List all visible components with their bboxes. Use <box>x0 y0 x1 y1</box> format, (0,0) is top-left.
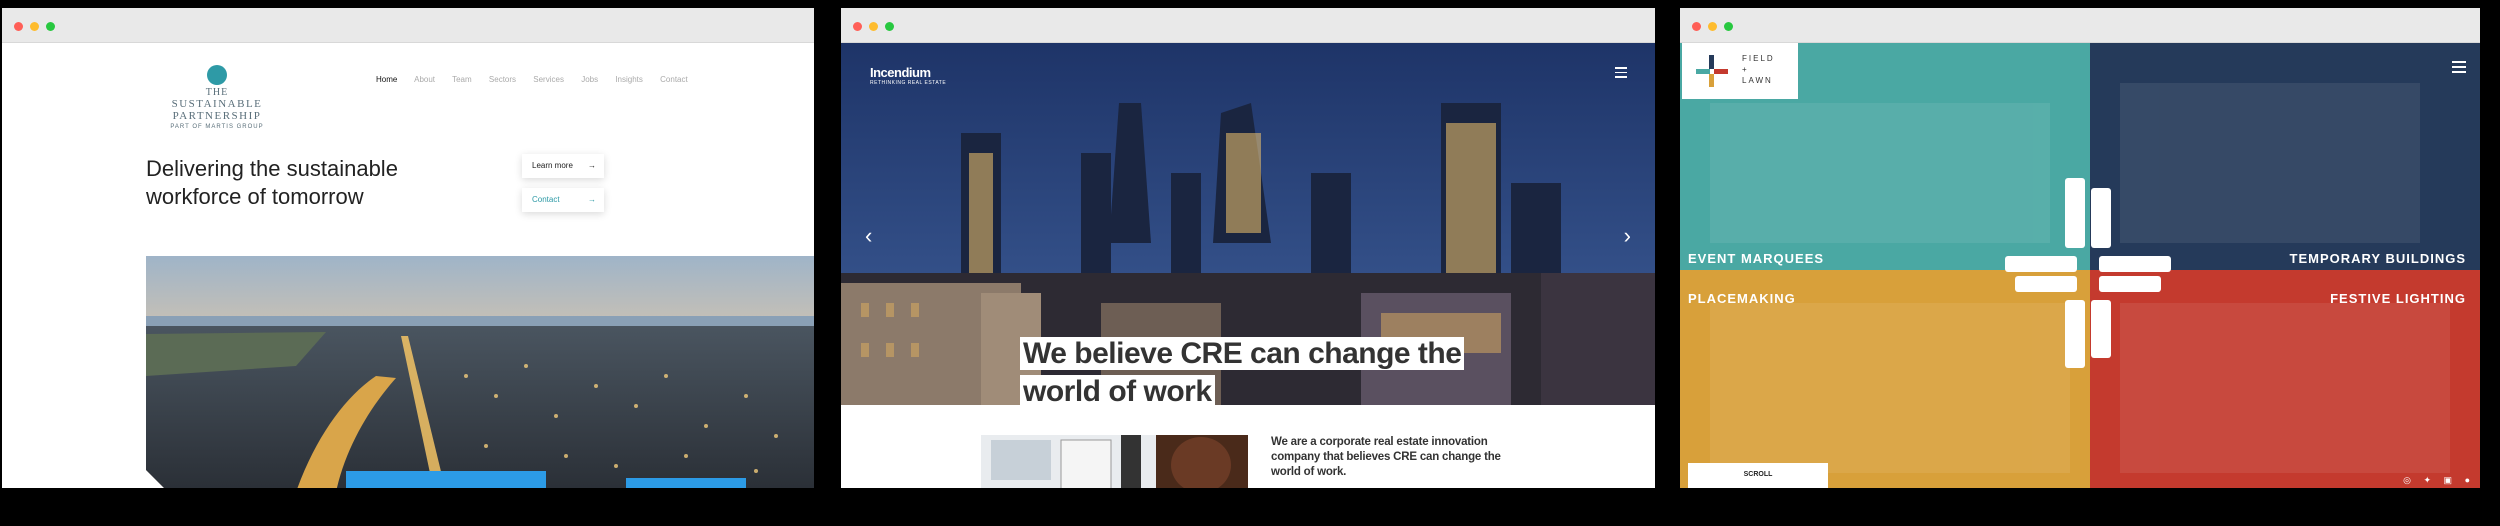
nav-item-sectors[interactable]: Sectors <box>489 75 516 84</box>
hamburger-menu-icon[interactable] <box>2452 61 2466 76</box>
learn-more-button[interactable]: Learn more → <box>522 154 604 178</box>
headline-line-2: world of work <box>1020 375 1215 408</box>
linkedin-icon[interactable]: ▣ <box>2444 475 2453 485</box>
logo-line-2: SUSTAINABLE PARTNERSHIP <box>171 98 263 122</box>
nav-item-insights[interactable]: Insights <box>615 75 643 84</box>
close-window-icon[interactable] <box>853 22 862 31</box>
minimize-window-icon[interactable] <box>869 22 878 31</box>
label-placemaking[interactable]: PLACEMAKING <box>1688 291 1796 306</box>
arrow-right-icon: → <box>588 195 596 204</box>
logo-line-3: LAWN <box>1742 76 1773 85</box>
minimize-window-icon[interactable] <box>1708 22 1717 31</box>
label-event-marquees[interactable]: EVENT MARQUEES <box>1688 251 1824 266</box>
social-links: ◎ ✦ ▣ ● <box>2393 475 2470 486</box>
logo-line-3: PART OF MARTIS GROUP <box>170 124 264 130</box>
office-image <box>981 435 1248 488</box>
title-bar <box>2 8 814 43</box>
browser-window-sustainable-partnership: THE SUSTAINABLE PARTNERSHIP PART OF MART… <box>2 8 814 488</box>
instagram-icon[interactable]: ◎ <box>2403 475 2411 485</box>
logo-cross-icon <box>1696 55 1728 87</box>
site-logo[interactable]: THE SUSTAINABLE PARTNERSHIP PART OF MART… <box>132 65 302 130</box>
nav-item-team[interactable]: Team <box>452 75 472 84</box>
hamburger-menu-icon[interactable] <box>1615 67 1627 81</box>
nav-item-services[interactable]: Services <box>533 75 564 84</box>
close-window-icon[interactable] <box>1692 22 1701 31</box>
maximize-window-icon[interactable] <box>1724 22 1733 31</box>
hero-headline: We believe CRE can change the world of w… <box>1020 335 1465 411</box>
brand-name: Incendium <box>870 65 931 80</box>
field-and-lawn-logo[interactable]: FIELD + LAWN <box>1682 43 1798 99</box>
arrow-right-icon: → <box>588 161 596 170</box>
main-nav: Home About Team Sectors Services Jobs In… <box>376 75 703 84</box>
browser-window-field-and-lawn: FIELD + LAWN EVENT MARQUEES TEMPORARY BU… <box>1680 8 2480 488</box>
logo-line-2: + <box>1742 65 1749 74</box>
nav-item-about[interactable]: About <box>414 75 435 84</box>
scroll-button[interactable]: SCROLL <box>1688 463 1828 488</box>
intro-text: We are a corporate real estate innovatio… <box>1271 436 1501 478</box>
incendium-logo[interactable]: Incendium RETHINKING REAL ESTATE <box>870 65 946 86</box>
carousel-next-icon[interactable]: › <box>1624 223 1631 249</box>
minimize-window-icon[interactable] <box>30 22 39 31</box>
learn-more-label: Learn more <box>532 161 573 170</box>
nav-item-contact[interactable]: Contact <box>660 75 688 84</box>
label-temporary-buildings[interactable]: TEMPORARY BUILDINGS <box>2290 251 2466 266</box>
title-bar <box>841 8 1655 43</box>
maximize-window-icon[interactable] <box>885 22 894 31</box>
logo-line-1: THE <box>205 87 229 98</box>
leaf-logo-icon <box>207 65 227 85</box>
intro-section: We are a corporate real estate innovatio… <box>841 405 1655 488</box>
hero-headline: Delivering the sustainable workforce of … <box>146 156 398 209</box>
browser-window-incendium: Incendium RETHINKING REAL ESTATE ‹ › We … <box>841 8 1655 488</box>
carousel-prev-icon[interactable]: ‹ <box>865 223 872 249</box>
contact-button[interactable]: Contact → <box>522 188 604 212</box>
title-bar <box>1680 8 2480 43</box>
facebook-icon[interactable]: ● <box>2465 475 2470 485</box>
field-and-lawn-cross-emblem <box>2005 178 2171 368</box>
close-window-icon[interactable] <box>14 22 23 31</box>
nav-item-jobs[interactable]: Jobs <box>581 75 598 84</box>
contact-label: Contact <box>532 195 560 204</box>
hero-aerial-photo <box>146 256 814 488</box>
twitter-icon[interactable]: ✦ <box>2423 475 2431 485</box>
brand-tagline: RETHINKING REAL ESTATE <box>870 80 947 86</box>
logo-line-1: FIELD <box>1742 54 1775 63</box>
logo-text: FIELD + LAWN <box>1742 53 1775 86</box>
nav-item-home[interactable]: Home <box>376 75 397 84</box>
headline-line-1: We believe CRE can change the <box>1020 337 1465 370</box>
maximize-window-icon[interactable] <box>46 22 55 31</box>
label-festive-lighting[interactable]: FESTIVE LIGHTING <box>2330 291 2466 306</box>
